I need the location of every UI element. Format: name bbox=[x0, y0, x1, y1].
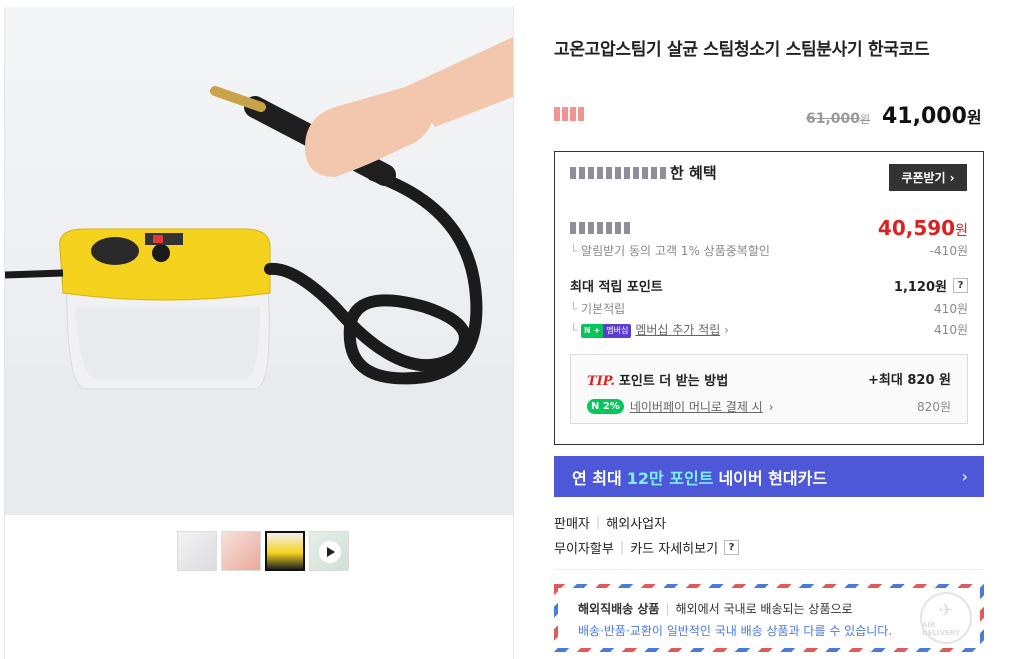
divider bbox=[554, 569, 984, 570]
original-price: 61,000원 bbox=[806, 111, 871, 127]
chevron-right-icon: › bbox=[961, 467, 968, 486]
benefit-header: 한 혜택 bbox=[570, 162, 717, 183]
membership-points-row: N +멤버십멤버십 추가 적립 › 410원 bbox=[570, 321, 968, 338]
best-price-row: 40,590원 bbox=[570, 216, 968, 240]
thumbnail-1[interactable] bbox=[177, 531, 217, 571]
points-total-row: 최대 적립 포인트 1,120원? bbox=[570, 276, 968, 295]
alarm-discount-row: 알림받기 동의 고객 1% 상품중복할인 -410원 bbox=[570, 242, 968, 259]
thumbnail-strip bbox=[177, 531, 349, 571]
membership-link[interactable]: 멤버십 추가 적립 bbox=[635, 323, 720, 337]
tip-box: TIP. 포인트 더 받는 방법 +최대 820 원 N 2% 네이버페이 머니로… bbox=[570, 354, 968, 424]
card-promo-banner[interactable]: 연 최대 12만 포인트 네이버 현대카드 › bbox=[554, 456, 984, 497]
naverpay-link[interactable]: 네이버페이 머니로 결제 시 bbox=[630, 398, 763, 415]
steam-cleaner-illustration bbox=[5, 37, 513, 514]
help-icon[interactable]: ? bbox=[724, 540, 740, 555]
main-product-image[interactable] bbox=[5, 7, 513, 515]
obscured-text bbox=[570, 222, 630, 234]
thumbnail-2[interactable] bbox=[221, 531, 261, 571]
thumbnail-3[interactable] bbox=[265, 531, 305, 571]
chevron-right-icon: › bbox=[949, 170, 955, 185]
video-thumbnail[interactable] bbox=[309, 531, 349, 571]
coupon-button[interactable]: 쿠폰받기 › bbox=[889, 164, 967, 191]
product-gallery bbox=[4, 7, 514, 659]
best-price: 40,590원 bbox=[877, 216, 968, 240]
naver-plus-membership-badge: N +멤버십 bbox=[581, 323, 632, 338]
play-icon bbox=[319, 541, 341, 563]
installment-row: 무이자할부 | 카드 자세히보기 ? bbox=[554, 538, 740, 557]
seller-row: 판매자 | 해외사업자 bbox=[554, 515, 667, 532]
base-points-row: 기본적립 410원 bbox=[570, 300, 968, 317]
overseas-shipping-notice: 해외직배송 상품 | 해외에서 국내로 배송되는 상품으로 배송·반품·교환이 일반… bbox=[554, 584, 984, 652]
airplane-stamp-icon: ✈ AIR DELIVERY bbox=[920, 592, 972, 644]
discount-rate-obscured bbox=[554, 106, 614, 128]
obscured-text bbox=[570, 166, 666, 179]
help-icon[interactable]: ? bbox=[953, 278, 968, 293]
card-detail-link[interactable]: 카드 자세히보기 bbox=[630, 538, 718, 557]
naverpay-badge: N 2% bbox=[587, 399, 624, 414]
product-title: 고온고압스팀기 살균 스팀청소기 스팀분사기 한국코드 bbox=[554, 40, 930, 60]
sale-price: 41,000원 bbox=[882, 104, 982, 129]
